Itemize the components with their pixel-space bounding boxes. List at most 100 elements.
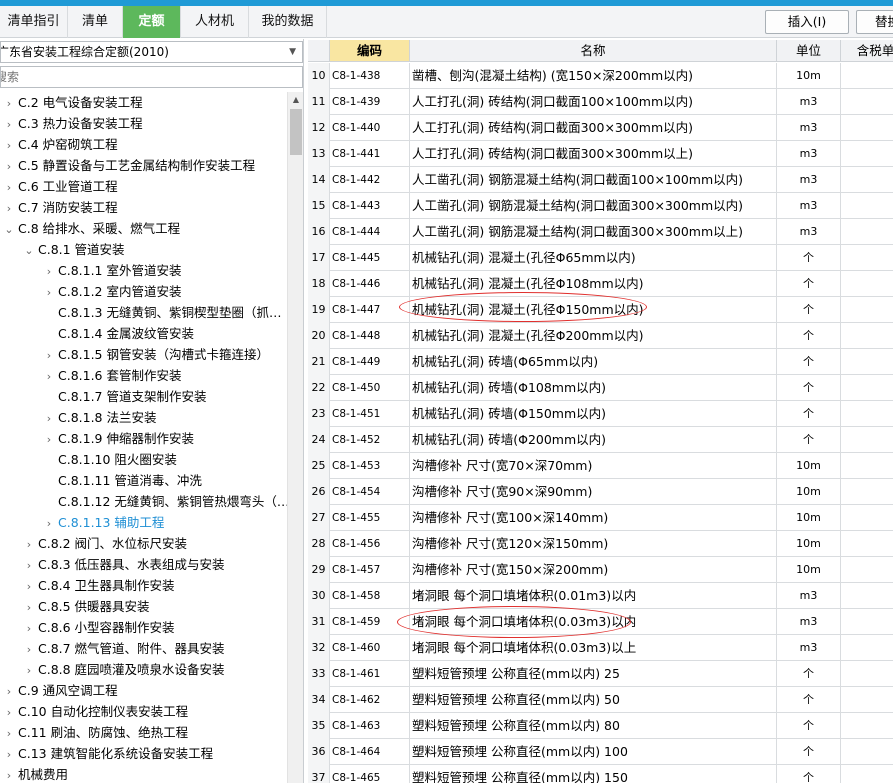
quota-code[interactable]: C8-1-439: [330, 89, 410, 115]
table-row[interactable]: 33 C8-1-461 塑料短管预埋 公称直径(mm以内) 25 个: [308, 661, 893, 687]
table-row[interactable]: 17 C8-1-445 机械钻孔(洞) 混凝土(孔径Φ65mm以内) 个: [308, 245, 893, 271]
insert-button[interactable]: 插入(I): [765, 10, 849, 34]
quota-name[interactable]: 人工打孔(洞) 砖结构(洞口截面300×300mm以内): [410, 115, 777, 141]
quota-code[interactable]: C8-1-445: [330, 245, 410, 271]
table-row[interactable]: 22 C8-1-450 机械钻孔(洞) 砖墙(Φ108mm以内) 个: [308, 375, 893, 401]
quota-name[interactable]: 堵洞眼 每个洞口填堵体积(0.01m3)以内: [410, 583, 777, 609]
quota-name[interactable]: 机械钻孔(洞) 砖墙(Φ65mm以内): [410, 349, 777, 375]
chevron-down-icon[interactable]: ⌄: [0, 219, 18, 240]
quota-tax-base-price[interactable]: [841, 323, 893, 349]
quota-unit[interactable]: m3: [777, 141, 841, 167]
header-tax-base-price[interactable]: 含税单: [841, 40, 893, 62]
table-row[interactable]: 30C8-1-458堵洞眼 每个洞口填堵体积(0.01m3)以内m31: [308, 583, 893, 609]
tree-node[interactable]: › C.7 消防安装工程: [0, 197, 118, 218]
table-row[interactable]: 29 C8-1-457 沟槽修补 尺寸(宽150×深200mm) 10m: [308, 557, 893, 583]
quota-unit[interactable]: 10m: [777, 479, 841, 505]
quota-code[interactable]: C8-1-461: [330, 661, 410, 687]
quota-name[interactable]: 人工打孔(洞) 砖结构(洞口截面300×300mm以上): [410, 141, 777, 167]
quota-tax-base-price[interactable]: [841, 271, 893, 297]
tree-node[interactable]: › C.8.6 小型容器制作安装: [20, 617, 175, 638]
table-row[interactable]: 20 C8-1-448 机械钻孔(洞) 混凝土(孔径Φ200mm以内) 个: [308, 323, 893, 349]
quota-code[interactable]: C8-1-460: [330, 635, 410, 661]
table-row[interactable]: 25 C8-1-453 沟槽修补 尺寸(宽70×深70mm) 10m: [308, 453, 893, 479]
quota-tax-base-price[interactable]: [841, 765, 893, 783]
chevron-right-icon[interactable]: ›: [40, 408, 58, 429]
quota-code[interactable]: C8-1-448: [330, 323, 410, 349]
quota-library-select[interactable]: 广东省安装工程综合定额(2010) ▼: [0, 41, 303, 63]
quota-tax-base-price[interactable]: [841, 505, 893, 531]
quota-code[interactable]: C8-1-449: [330, 349, 410, 375]
chevron-right-icon[interactable]: ›: [40, 513, 58, 534]
search-input[interactable]: [0, 66, 303, 88]
quota-unit[interactable]: m3: [777, 635, 841, 661]
quota-unit[interactable]: 个: [777, 427, 841, 453]
tree-node[interactable]: ⌄ C.8.1 管道安装: [20, 239, 124, 261]
quota-code[interactable]: C8-1-458: [330, 583, 410, 609]
quota-name[interactable]: 塑料短管预埋 公称直径(mm以内) 25: [410, 661, 777, 687]
tree-node[interactable]: › C.8.7 燃气管道、附件、器具安装: [20, 638, 225, 659]
tree-node[interactable]: C.8.1.12 无缝黄铜、紫铜管热煨弯头（…: [40, 491, 287, 512]
tree-node[interactable]: C.8.1.11 管道消毒、冲洗: [40, 470, 202, 491]
quota-tax-base-price[interactable]: 8: [841, 167, 893, 193]
table-row[interactable]: 16 C8-1-444 人工凿孔(洞) 钢筋混凝土结构(洞口截面300×300mm以…: [308, 219, 893, 245]
quota-code[interactable]: C8-1-441: [330, 141, 410, 167]
chevron-right-icon[interactable]: ›: [0, 744, 18, 765]
header-code[interactable]: 编码: [330, 40, 410, 62]
quota-tax-base-price[interactable]: [841, 557, 893, 583]
quota-tax-base-price[interactable]: 1: [841, 115, 893, 141]
table-row[interactable]: 10 C8-1-438 凿槽、刨沟(混凝土结构) (宽150×深200mm以内) 10…: [308, 63, 893, 89]
quota-unit[interactable]: 个: [777, 323, 841, 349]
table-row[interactable]: 14 C8-1-442 人工凿孔(洞) 钢筋混凝土结构(洞口截面100×100mm以…: [308, 167, 893, 193]
quota-code[interactable]: C8-1-438: [330, 63, 410, 89]
tree-node[interactable]: C.8.1.7 管道支架制作安装: [40, 386, 206, 407]
chevron-right-icon[interactable]: ›: [20, 576, 38, 597]
quota-tax-base-price[interactable]: [841, 531, 893, 557]
quota-unit[interactable]: m3: [777, 219, 841, 245]
quota-tax-base-price[interactable]: [841, 713, 893, 739]
tree-node[interactable]: › C.6 工业管道工程: [0, 176, 118, 197]
chevron-right-icon[interactable]: ›: [20, 660, 38, 681]
table-row[interactable]: 27 C8-1-455 沟槽修补 尺寸(宽100×深140mm) 10m: [308, 505, 893, 531]
quota-tax-base-price[interactable]: [841, 479, 893, 505]
tree-node[interactable]: › C.5 静置设备与工艺金属结构制作安装工程: [0, 155, 255, 176]
quota-name[interactable]: 沟槽修补 尺寸(宽70×深70mm): [410, 453, 777, 479]
chevron-right-icon[interactable]: ›: [0, 723, 18, 744]
quota-code[interactable]: C8-1-465: [330, 765, 410, 783]
quota-code[interactable]: C8-1-462: [330, 687, 410, 713]
tab-my-data[interactable]: 我的数据: [249, 6, 327, 38]
replace-button[interactable]: 替换: [856, 10, 893, 34]
quota-name[interactable]: 机械钻孔(洞) 混凝土(孔径Φ200mm以内): [410, 323, 777, 349]
chevron-right-icon[interactable]: ›: [0, 765, 18, 783]
quota-code[interactable]: C8-1-454: [330, 479, 410, 505]
quota-name[interactable]: 沟槽修补 尺寸(宽90×深90mm): [410, 479, 777, 505]
quota-code[interactable]: C8-1-457: [330, 557, 410, 583]
quota-code[interactable]: C8-1-446: [330, 271, 410, 297]
quota-code[interactable]: C8-1-444: [330, 219, 410, 245]
chevron-right-icon[interactable]: ›: [0, 198, 18, 219]
quota-unit[interactable]: 个: [777, 375, 841, 401]
table-row[interactable]: 24 C8-1-452 机械钻孔(洞) 砖墙(Φ200mm以内) 个: [308, 427, 893, 453]
quota-name[interactable]: 人工凿孔(洞) 钢筋混凝土结构(洞口截面300×300mm以内): [410, 193, 777, 219]
table-row[interactable]: 19 C8-1-447 机械钻孔(洞) 混凝土(孔径Φ150mm以内) 个: [308, 297, 893, 323]
quota-tax-base-price[interactable]: 2: [841, 89, 893, 115]
quota-name[interactable]: 机械钻孔(洞) 砖墙(Φ150mm以内): [410, 401, 777, 427]
tree-node[interactable]: › C.2 电气设备安装工程: [0, 92, 143, 113]
tree-node[interactable]: C.8.1.10 阻火圈安装: [40, 449, 177, 470]
tree-node[interactable]: › C.13 建筑智能化系统设备安装工程: [0, 743, 213, 764]
chevron-right-icon[interactable]: ›: [20, 597, 38, 618]
table-row[interactable]: 11 C8-1-439 人工打孔(洞) 砖结构(洞口截面100×100mm以内) m3…: [308, 89, 893, 115]
tree-node[interactable]: › C.8.5 供暖器具安装: [20, 596, 150, 617]
quota-tax-base-price[interactable]: 1: [841, 635, 893, 661]
tree-node[interactable]: › C.8.1.8 法兰安装: [40, 407, 157, 429]
quota-unit[interactable]: m3: [777, 609, 841, 635]
quota-unit[interactable]: 个: [777, 661, 841, 687]
quota-name[interactable]: 机械钻孔(洞) 混凝土(孔径Φ65mm以内): [410, 245, 777, 271]
table-row[interactable]: 15 C8-1-443 人工凿孔(洞) 钢筋混凝土结构(洞口截面300×300mm以…: [308, 193, 893, 219]
chevron-down-icon[interactable]: ⌄: [20, 240, 38, 261]
quota-name[interactable]: 堵洞眼 每个洞口填堵体积(0.03m3)以上: [410, 635, 777, 661]
quota-unit[interactable]: 个: [777, 271, 841, 297]
chevron-right-icon[interactable]: ›: [40, 429, 58, 450]
tree-node[interactable]: › C.8.1.2 室内管道安装: [40, 281, 182, 302]
quota-name[interactable]: 塑料短管预埋 公称直径(mm以内) 80: [410, 713, 777, 739]
quota-code[interactable]: C8-1-450: [330, 375, 410, 401]
